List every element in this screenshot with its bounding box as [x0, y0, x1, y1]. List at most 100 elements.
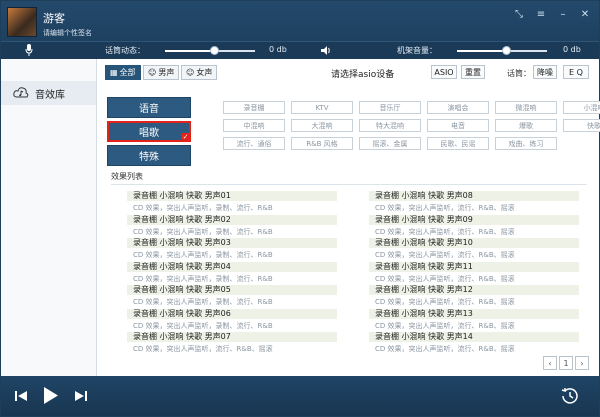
category-voice[interactable]: 语音 [107, 97, 191, 118]
effect-list-item[interactable]: 录音棚 小混响 快歌 男声04 CD 效果，突出人声监听，录制、流行、R&B [127, 261, 337, 284]
effect-list-item[interactable]: 录音棚 小混响 快歌 男声06 CD 效果，突出人声监听，录制、流行、R&B [127, 308, 337, 331]
effect-title: 录音棚 小混响 快歌 男声04 [127, 261, 337, 272]
effect-list-item[interactable]: 录音棚 小混响 快歌 男声11 CD 效果，突出人声监听，流行、R&B、摇滚 [369, 261, 579, 284]
effect-title: 录音棚 小混响 快歌 男声12 [369, 285, 579, 295]
eq-button[interactable]: E Q [563, 65, 589, 79]
avatar[interactable] [7, 7, 37, 37]
username: 游客 [43, 12, 65, 25]
volume-bar: 话筒动态： 0 db 机架音量： 0 db [1, 41, 599, 59]
tag-button[interactable]: 演唱会 [427, 101, 489, 114]
tab-all[interactable]: ▦ 全部 [105, 65, 141, 80]
reset-button[interactable]: 重置 [461, 65, 485, 79]
effect-list-item[interactable]: 录音棚 小混响 快歌 男声02 CD 效果，突出人声监听，录制、流行、R&B [127, 214, 337, 237]
effect-description: CD 效果，突出人声监听，流行、R&B、摇滚 [375, 298, 515, 306]
player-bar [1, 376, 599, 416]
asio-prompt: 请选择asio设备 [331, 70, 395, 80]
monitor-db: 0 db [563, 45, 581, 54]
signature[interactable]: 请编辑个性签名 [43, 28, 92, 38]
effect-title: 录音棚 小混响 快歌 男声09 [369, 214, 579, 225]
tag-button[interactable]: 摇滚、金属 [359, 137, 421, 150]
monitor-slider-knob[interactable] [502, 46, 511, 55]
effect-description: CD 效果，突出人声监听，流行、R&B、摇滚 [375, 321, 515, 330]
effect-list-item[interactable]: 录音棚 小混响 快歌 男声14 CD 效果，突出人声监听，流行、R&B、摇滚 [369, 332, 579, 354]
asio-button[interactable]: ASIO [431, 65, 457, 79]
denoise-button[interactable]: 降噪 [533, 65, 557, 79]
sidebar: 音效库 [1, 59, 97, 376]
tab-male-label: 男声 [158, 68, 175, 77]
sidebar-item-effects-library[interactable]: 音效库 [1, 81, 96, 105]
app-window: 游客 请编辑个性签名 ⤡ ≡ – ✕ 话筒动态： 0 db 机架音量： 0 db… [0, 0, 600, 417]
effect-title: 录音棚 小混响 快歌 男声14 [369, 332, 579, 342]
tag-button[interactable]: KTV [291, 101, 353, 114]
next-page-button[interactable]: › [575, 356, 589, 370]
effect-description: CD 效果，突出人声监听，录制、流行、R&B [133, 321, 273, 330]
tag-button[interactable]: R&B 风格 [291, 137, 353, 150]
effect-list-item[interactable]: 录音棚 小混响 快歌 男声09 CD 效果，突出人声监听，流行、R&B、摇滚 [369, 214, 579, 237]
effect-title: 录音棚 小混响 快歌 男声07 [127, 332, 337, 342]
effect-description: CD 效果，突出人声监听，录制、流行、R&B [133, 227, 273, 236]
tag-button[interactable]: 快歌 [563, 119, 600, 132]
main-panel: ▦ 全部 ☺ 男声 ☺ 女声 请选择asio设备 ASIO 重置 话筒： 降噪 … [97, 59, 600, 376]
category-singing[interactable]: 唱歌 ✓ [107, 121, 191, 142]
effect-list-item[interactable]: 录音棚 小混响 快歌 男声01 CD 效果，突出人声监听，录制、流行、R&B [127, 191, 337, 213]
pagination: ‹ 1 › [543, 356, 589, 370]
shrink-icon[interactable]: ⤡ [513, 9, 525, 20]
tag-button[interactable]: 爆歌 [495, 119, 557, 132]
tag-button[interactable]: 录音棚 [223, 101, 285, 114]
effect-list-item[interactable]: 录音棚 小混响 快歌 男声08 CD 效果，突出人声监听，流行、R&B、摇滚 [369, 191, 579, 213]
effect-title: 录音棚 小混响 快歌 男声10 [369, 238, 579, 248]
tag-button[interactable]: 小混响 [563, 101, 600, 114]
tag-button[interactable]: 民歌、民谣 [427, 137, 489, 150]
effect-description: CD 效果，突出人声监听，流行、R&B、摇滚 [375, 227, 515, 236]
mic-slider-knob[interactable] [210, 46, 219, 55]
history-icon[interactable] [561, 387, 579, 405]
check-icon: ✓ [181, 133, 190, 141]
tab-male[interactable]: ☺ 男声 [143, 65, 180, 80]
previous-icon[interactable] [15, 391, 27, 401]
tag-button[interactable]: 大混响 [291, 119, 353, 132]
effect-list-item[interactable]: 录音棚 小混响 快歌 男声10 CD 效果，突出人声监听，流行、R&B、摇滚 [369, 238, 579, 260]
effect-description: CD 效果，突出人声监听，录制、流行、R&B [133, 298, 273, 306]
tag-button[interactable]: 电音 [427, 119, 489, 132]
effect-list-item[interactable]: 录音棚 小混响 快歌 男声12 CD 效果，突出人声监听，流行、R&B、摇滚 [369, 285, 579, 307]
prev-page-button[interactable]: ‹ [543, 356, 557, 370]
effect-title: 录音棚 小混响 快歌 男声02 [127, 214, 337, 225]
effect-title: 录音棚 小混响 快歌 男声01 [127, 191, 337, 201]
category-singing-label: 唱歌 [139, 128, 159, 139]
tab-female[interactable]: ☺ 女声 [181, 65, 218, 80]
effect-title: 录音棚 小混响 快歌 男声13 [369, 308, 579, 319]
play-icon[interactable] [44, 387, 58, 404]
effect-list-item[interactable]: 录音棚 小混响 快歌 男声05 CD 效果，突出人声监听，录制、流行、R&B [127, 285, 337, 307]
tag-button[interactable]: 流行、通俗 [223, 137, 285, 150]
filter-bar: ▦ 全部 ☺ 男声 ☺ 女声 请选择asio设备 ASIO 重置 话筒： 降噪 … [105, 65, 593, 81]
next-icon[interactable] [75, 391, 87, 401]
tab-all-label: 全部 [119, 68, 136, 77]
effect-list-item[interactable]: 录音棚 小混响 快歌 男声03 CD 效果，突出人声监听，录制、流行、R&B [127, 238, 337, 260]
page-number[interactable]: 1 [559, 356, 573, 370]
effect-title: 录音棚 小混响 快歌 男声08 [369, 191, 579, 201]
mic-db: 0 db [269, 45, 287, 54]
effect-description: CD 效果，突出人声监听，录制、流行、R&B [133, 274, 273, 283]
effect-title: 录音棚 小混响 快歌 男声11 [369, 261, 579, 272]
category-special[interactable]: 特殊 [107, 145, 191, 166]
monitor-label: 机架音量： [397, 46, 437, 55]
effect-title: 录音棚 小混响 快歌 男声05 [127, 285, 337, 295]
tag-button[interactable]: 音乐厅 [359, 101, 421, 114]
mic-slider[interactable] [165, 46, 255, 55]
effect-description: CD 效果，突出人声监听，录制、流行、R&B [133, 251, 273, 259]
header: 游客 请编辑个性签名 ⤡ ≡ – ✕ 话筒动态： 0 db 机架音量： 0 db [1, 1, 599, 59]
monitor-slider[interactable] [457, 46, 547, 55]
speaker-icon[interactable] [321, 45, 331, 56]
effect-description: CD 效果，突出人声监听，录制、流行、R&B [133, 204, 273, 212]
tag-button[interactable]: 微混响 [495, 101, 557, 114]
menu-icon[interactable]: ≡ [535, 9, 547, 20]
effect-list-item[interactable]: 录音棚 小混响 快歌 男声13 CD 效果，突出人声监听，流行、R&B、摇滚 [369, 308, 579, 331]
effect-list-item[interactable]: 录音棚 小混响 快歌 男声07 CD 效果，突出人声监听，流行、R&B、摇滚 [127, 332, 337, 354]
mic-label: 话筒动态： [105, 46, 145, 55]
tag-button[interactable]: 戏曲、练习 [495, 137, 557, 150]
tag-button[interactable]: 特大混响 [359, 119, 421, 132]
minimize-icon[interactable]: – [557, 9, 569, 20]
close-icon[interactable]: ✕ [579, 9, 591, 20]
mic-slider-fill [165, 50, 215, 52]
tag-button[interactable]: 中混响 [223, 119, 285, 132]
